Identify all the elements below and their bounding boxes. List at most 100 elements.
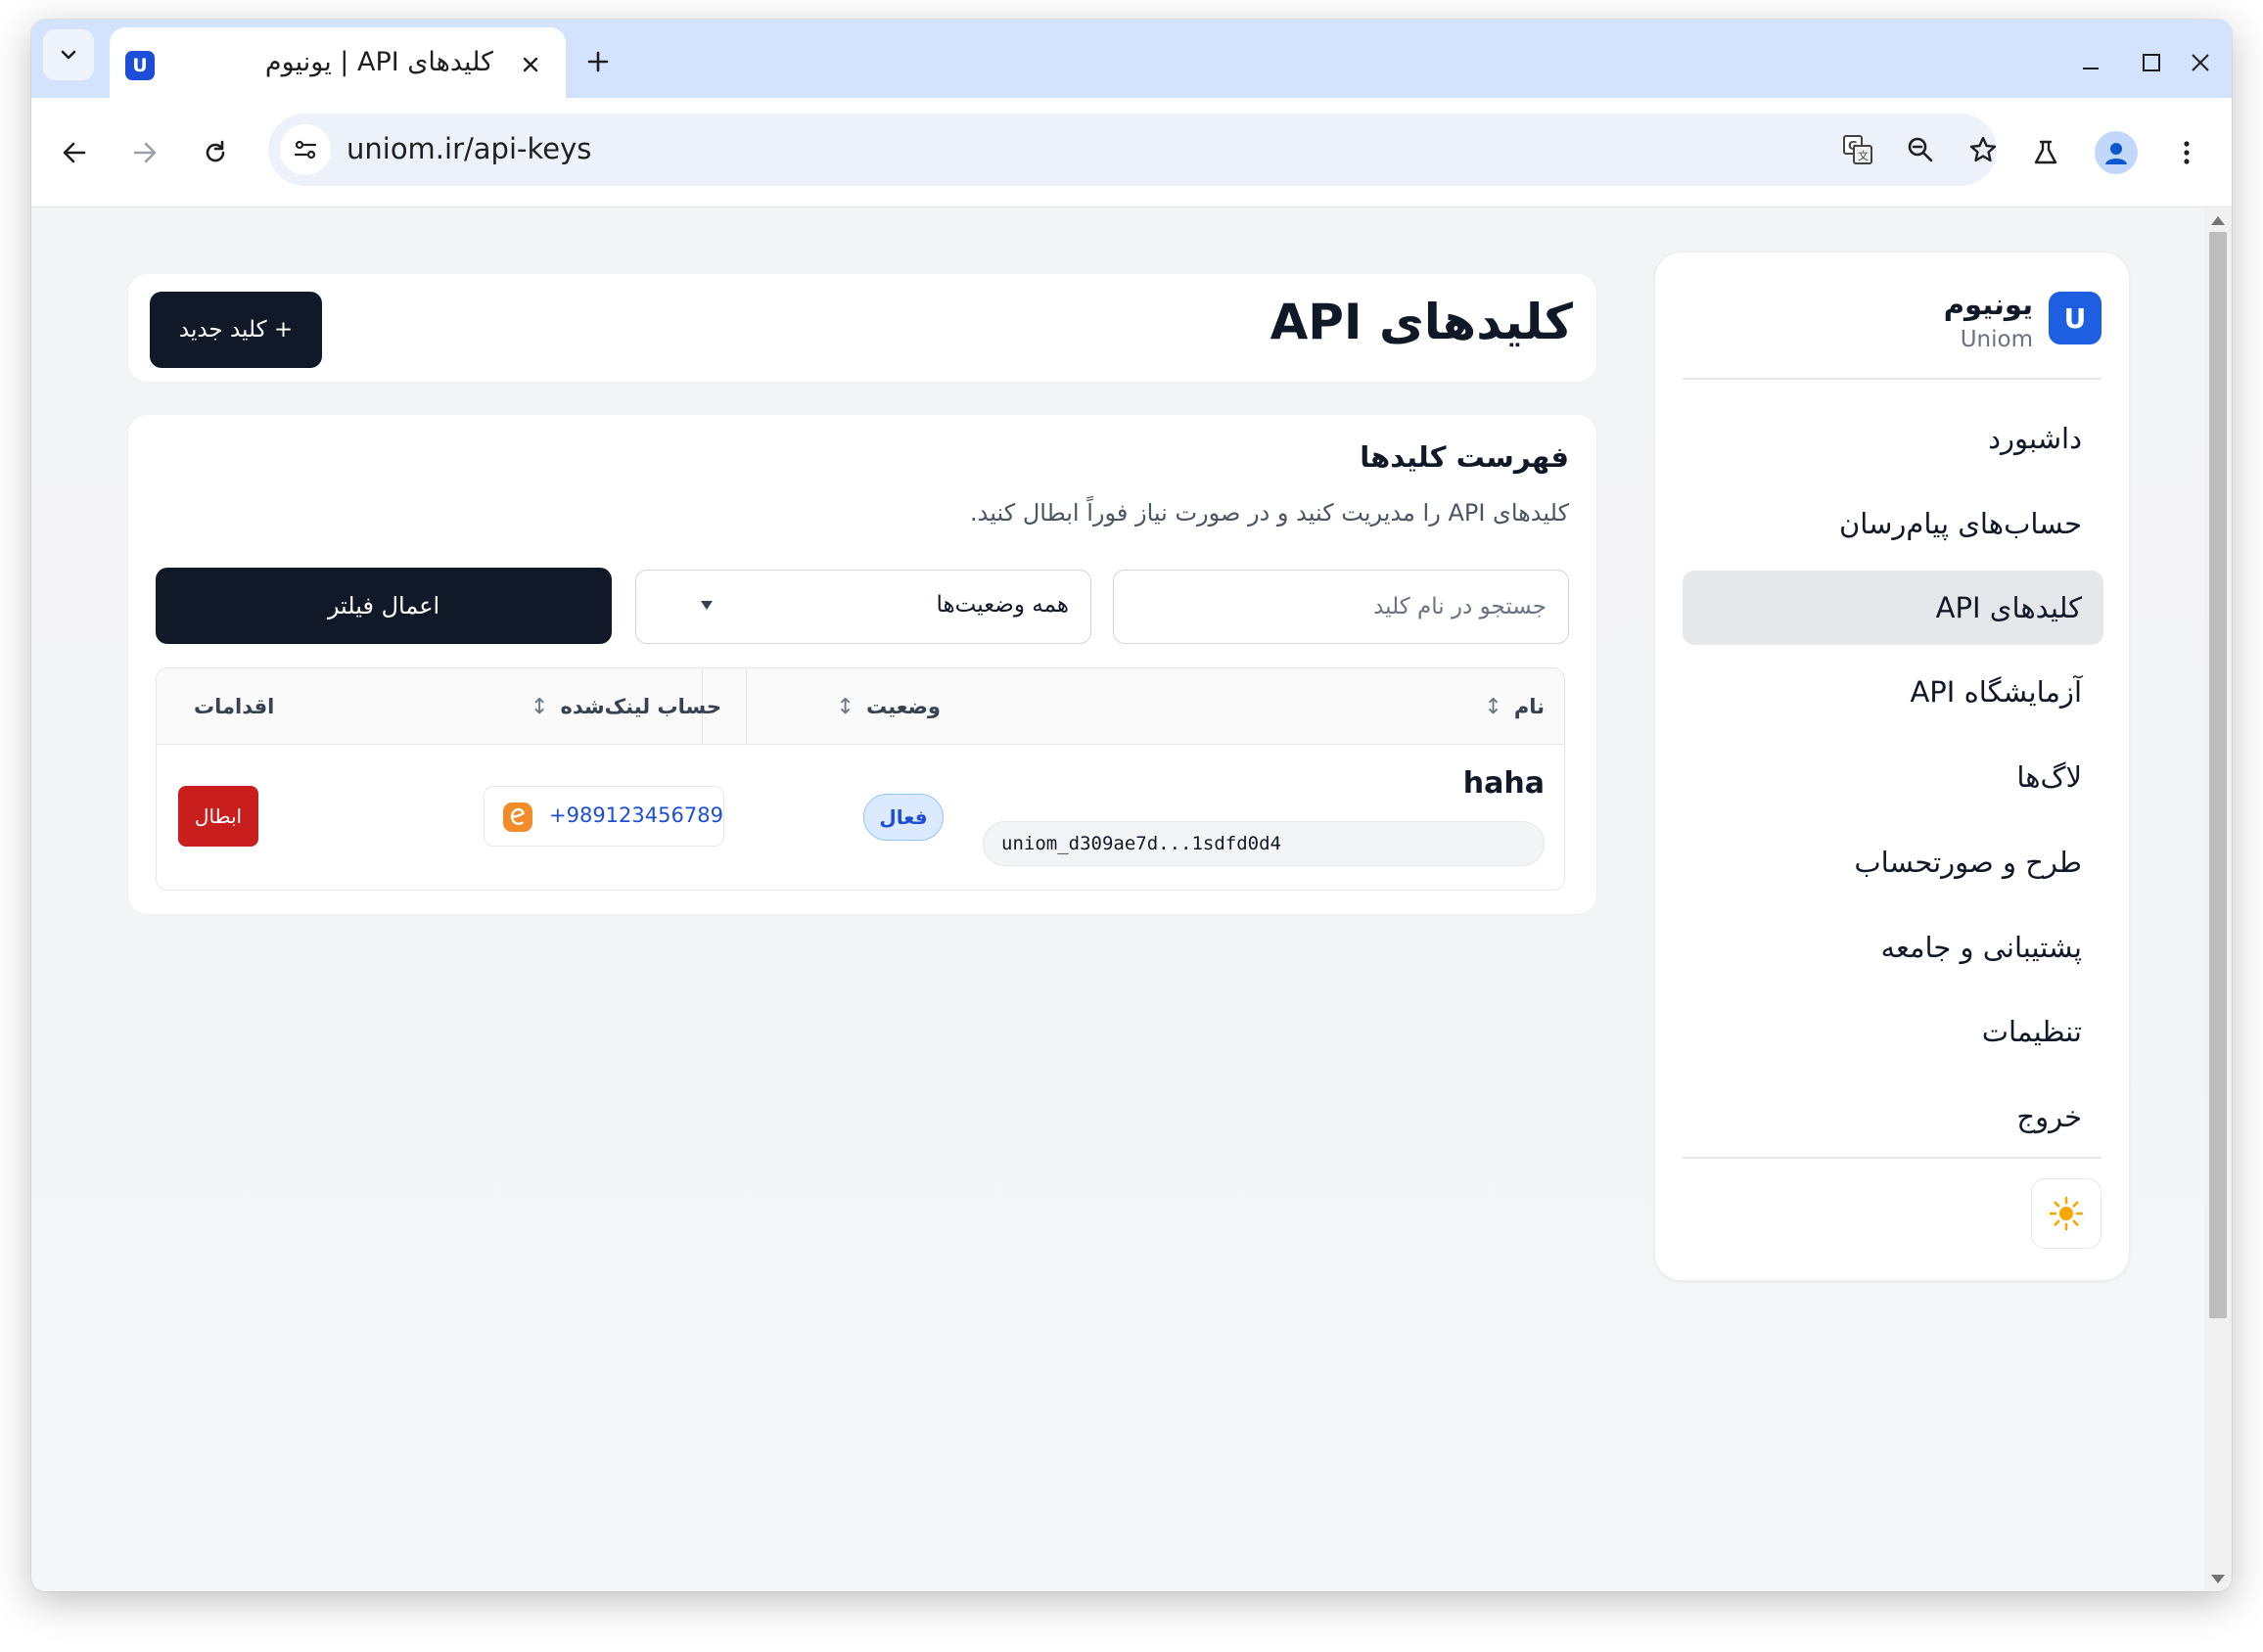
tab-strip: U کلیدهای API | یونیوم bbox=[31, 20, 2232, 98]
linked-account-phone: +989123456789 bbox=[549, 803, 723, 827]
sidebar-item-messenger-accounts[interactable]: حساب‌های پیام‌رسان bbox=[1683, 486, 2103, 561]
new-tab-button[interactable] bbox=[581, 45, 615, 78]
column-header-label: اقدامات bbox=[194, 695, 275, 718]
column-header-name[interactable]: نام ↕ bbox=[1484, 668, 1545, 745]
minimize-icon bbox=[2083, 68, 2099, 69]
close-icon bbox=[523, 57, 538, 72]
site-info-button[interactable] bbox=[280, 124, 331, 175]
arrow-left-icon bbox=[63, 142, 86, 163]
caret-down-icon bbox=[701, 601, 713, 610]
translate-button[interactable]: G文 bbox=[1834, 126, 1881, 173]
page-title: کلیدهای API bbox=[1270, 294, 1573, 350]
eitaa-logo-icon bbox=[503, 803, 532, 832]
address-bar[interactable]: uniom.ir/api-keys G文 bbox=[268, 114, 1997, 186]
plus-icon bbox=[587, 51, 609, 72]
close-window-button[interactable] bbox=[2181, 43, 2220, 82]
sort-icon: ↕ bbox=[1484, 694, 1502, 719]
section-description: کلیدهای API را مدیریت کنید و در صورت نیا… bbox=[970, 499, 1569, 527]
brand-logo: U bbox=[2049, 292, 2101, 344]
key-token[interactable]: uniom_d309ae7d...1sdfd0d4 bbox=[983, 821, 1545, 866]
key-name: haha bbox=[1462, 766, 1545, 801]
sort-icon: ↕ bbox=[836, 694, 854, 719]
menu-button[interactable] bbox=[2163, 129, 2210, 176]
search-input[interactable] bbox=[1113, 570, 1569, 644]
browser-window: U کلیدهای API | یونیوم uniom.ir/api-keys… bbox=[31, 20, 2232, 1591]
section-title: فهرست کلیدها bbox=[1360, 440, 1569, 474]
tune-icon bbox=[294, 140, 317, 160]
sidebar-item-logs[interactable]: لاگ‌ها bbox=[1683, 740, 2103, 814]
tab-close-button[interactable] bbox=[515, 49, 546, 80]
forward-button[interactable] bbox=[121, 129, 168, 176]
url-text: uniom.ir/api-keys bbox=[346, 132, 592, 165]
reload-button[interactable] bbox=[192, 129, 239, 176]
sidebar: U یونیوم Uniom داشبورد حساب‌های پیام‌رسا… bbox=[1654, 252, 2130, 1281]
sort-icon: ↕ bbox=[531, 694, 549, 719]
sidebar-item-settings[interactable]: تنظیمات bbox=[1683, 994, 2103, 1069]
sidebar-item-label: لاگ‌ها bbox=[2016, 760, 2082, 794]
keys-list-card: فهرست کلیدها کلیدهای API را مدیریت کنید … bbox=[127, 414, 1597, 915]
sidebar-item-dashboard[interactable]: داشبورد bbox=[1683, 401, 2103, 476]
sidebar-item-billing[interactable]: طرح و صورتحساب bbox=[1683, 825, 2103, 899]
column-header-label: نام bbox=[1513, 695, 1545, 718]
revoke-button[interactable]: ابطال bbox=[178, 786, 258, 847]
page-scrollbar[interactable] bbox=[2204, 208, 2232, 1591]
profile-button[interactable] bbox=[2095, 131, 2138, 174]
sidebar-divider bbox=[1683, 1157, 2101, 1159]
person-icon bbox=[2105, 143, 2127, 164]
theme-toggle-button[interactable] bbox=[2031, 1178, 2101, 1249]
scroll-down-icon[interactable] bbox=[2211, 1575, 2225, 1583]
sidebar-item-label: حساب‌های پیام‌رسان bbox=[1838, 507, 2082, 540]
tab-search-button[interactable] bbox=[43, 29, 94, 80]
svg-text:文: 文 bbox=[1858, 149, 1869, 162]
sidebar-item-api-keys[interactable]: کلیدهای API bbox=[1683, 571, 2103, 645]
status-badge: فعال bbox=[863, 794, 944, 841]
star-icon bbox=[1969, 136, 1997, 162]
minimize-button[interactable] bbox=[2071, 43, 2110, 82]
sidebar-item-label: داشبورد bbox=[1988, 422, 2082, 455]
sidebar-item-label: آزمایشگاه API bbox=[1910, 675, 2082, 709]
brand-subtitle: Uniom bbox=[1960, 327, 2033, 352]
column-header-status[interactable]: وضعیت ↕ bbox=[837, 668, 941, 745]
sidebar-item-label: پشتیبانی و جامعه bbox=[1880, 931, 2082, 964]
labs-button[interactable] bbox=[2022, 129, 2069, 176]
table-header: نام ↕ وضعیت ↕ حساب لینک‌شده ↕ bbox=[157, 668, 1564, 745]
brand-name: یونیوم bbox=[1943, 288, 2033, 321]
sidebar-item-label: طرح و صورتحساب bbox=[1854, 846, 2082, 879]
scroll-thumb[interactable] bbox=[2209, 232, 2227, 1318]
translate-icon: G文 bbox=[1843, 135, 1872, 164]
page-header: کلیدهای API + کلید جدید bbox=[127, 273, 1597, 383]
zoom-button[interactable] bbox=[1897, 126, 1944, 173]
tab-favicon: U bbox=[125, 51, 155, 80]
arrow-right-icon bbox=[133, 142, 157, 163]
column-header-actions: اقدامات bbox=[194, 668, 274, 745]
back-button[interactable] bbox=[51, 129, 98, 176]
keys-table: نام ↕ وضعیت ↕ حساب لینک‌شده ↕ bbox=[156, 667, 1565, 891]
column-header-linked-account[interactable]: حساب لینک‌شده ↕ bbox=[531, 668, 721, 745]
sidebar-item-support[interactable]: پشتیبانی و جامعه bbox=[1683, 910, 2103, 985]
flask-icon bbox=[2034, 140, 2057, 164]
chevron-down-icon bbox=[61, 50, 76, 60]
status-filter-select[interactable]: همه وضعیت‌ها bbox=[635, 570, 1091, 644]
sidebar-item-label: تنظیمات bbox=[1981, 1015, 2082, 1048]
zoom-out-icon bbox=[1908, 137, 1933, 162]
sidebar-item-label: خروج bbox=[2016, 1100, 2082, 1133]
page-viewport: U یونیوم Uniom داشبورد حساب‌های پیام‌رسا… bbox=[31, 208, 2232, 1591]
browser-toolbar: uniom.ir/api-keys G文 bbox=[31, 98, 2232, 207]
sun-icon bbox=[2049, 1196, 2084, 1231]
linked-account-chip[interactable]: +989123456789 bbox=[484, 786, 724, 847]
column-header-label: حساب لینک‌شده bbox=[560, 695, 721, 718]
bookmark-button[interactable] bbox=[1960, 126, 2007, 173]
sidebar-item-api-lab[interactable]: آزمایشگاه API bbox=[1683, 655, 2103, 729]
new-key-button[interactable]: + کلید جدید bbox=[150, 292, 322, 368]
sidebar-item-logout[interactable]: خروج bbox=[1683, 1079, 2103, 1154]
reload-icon bbox=[206, 140, 225, 162]
maximize-button[interactable] bbox=[2132, 43, 2171, 82]
more-vert-icon bbox=[2184, 141, 2190, 164]
status-filter-value: همه وضعیت‌ها bbox=[936, 592, 1069, 618]
close-icon bbox=[2192, 54, 2209, 71]
maximize-icon bbox=[2143, 54, 2160, 71]
browser-tab-active[interactable]: U کلیدهای API | یونیوم bbox=[110, 27, 566, 98]
sidebar-divider bbox=[1683, 378, 2101, 380]
scroll-up-icon[interactable] bbox=[2211, 216, 2225, 225]
apply-filter-button[interactable]: اعمال فیلتر bbox=[156, 568, 612, 644]
